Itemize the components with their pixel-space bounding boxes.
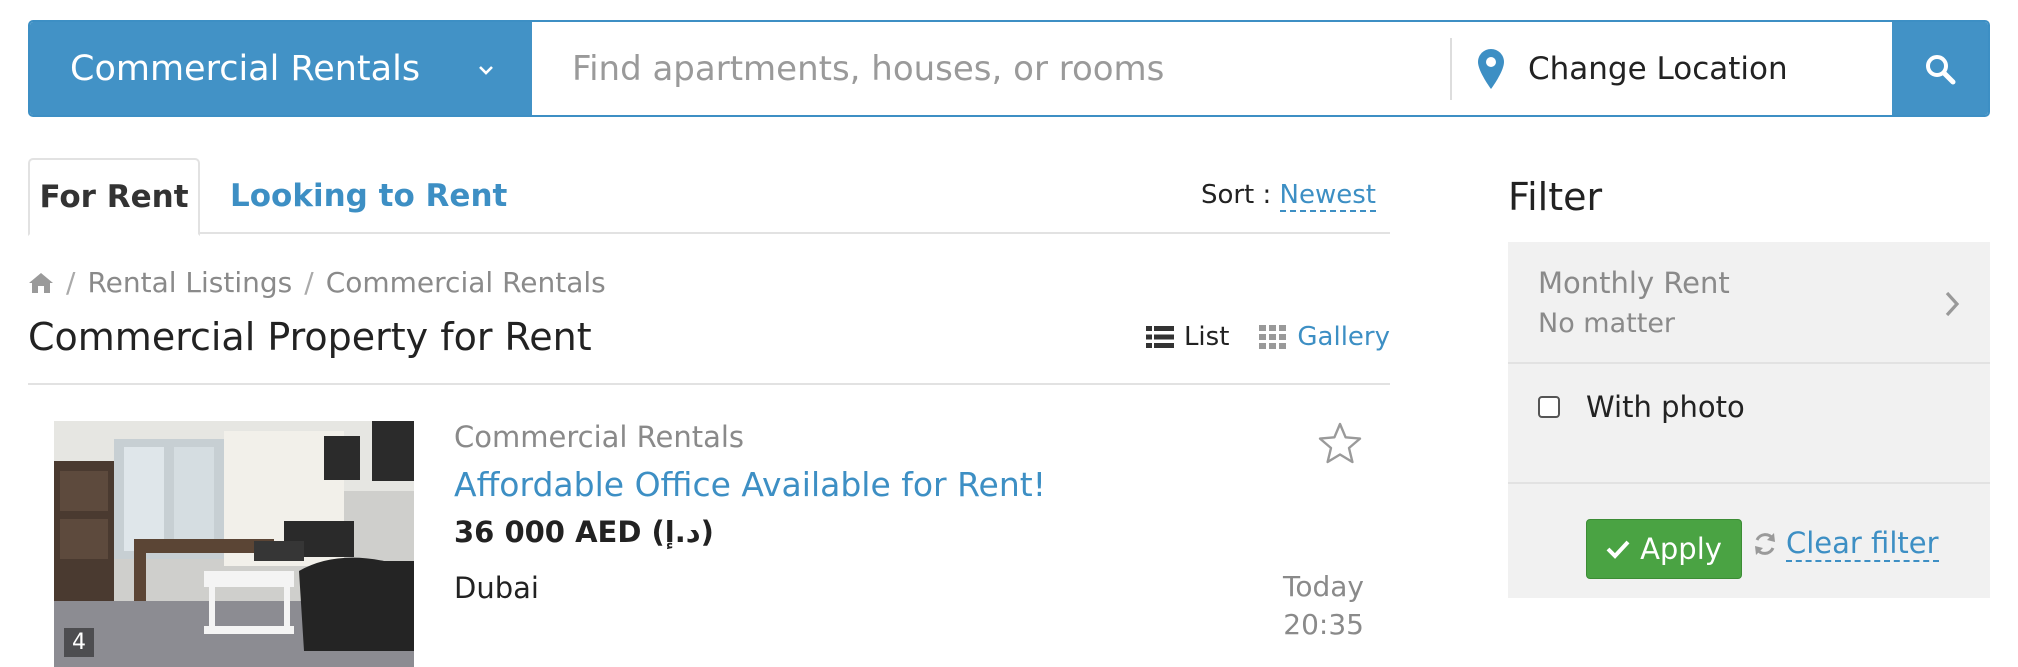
- clear-filter-label: Clear filter: [1786, 526, 1939, 562]
- change-location-label: Change Location: [1528, 50, 1788, 87]
- view-list-label: List: [1183, 322, 1230, 352]
- view-gallery-button[interactable]: Gallery: [1259, 322, 1390, 352]
- monthly-rent-filter[interactable]: Monthly Rent No matter: [1508, 242, 1990, 364]
- view-gallery-label: Gallery: [1297, 322, 1390, 352]
- office-photo-image: [54, 421, 414, 667]
- listing-category: Commercial Rentals: [454, 420, 745, 454]
- filter-actions: Apply Clear filter: [1508, 484, 1990, 598]
- sort-control: Sort : Newest: [1200, 180, 1376, 212]
- monthly-rent-value: No matter: [1538, 308, 1676, 339]
- listing-city: Dubai: [454, 571, 539, 605]
- listing-price: 36 000 AED (د.إ): [454, 515, 714, 549]
- sort-value-link[interactable]: Newest: [1279, 180, 1376, 212]
- tab-looking-to-rent[interactable]: Looking to Rent: [230, 158, 507, 234]
- apply-button-label: Apply: [1640, 532, 1722, 566]
- checkmark-icon: [1606, 540, 1630, 559]
- home-icon[interactable]: [28, 272, 54, 294]
- change-location-button[interactable]: Change Location: [1452, 22, 1922, 115]
- view-list-button[interactable]: List: [1145, 322, 1230, 352]
- breadcrumb-separator: /: [304, 266, 314, 299]
- chevron-right-icon: [1945, 291, 1960, 317]
- search-input[interactable]: [532, 22, 1450, 115]
- chevron-down-icon: [479, 66, 493, 75]
- listing-item: 4 Commercial Rentals Affordable Office A…: [28, 385, 1390, 667]
- with-photo-checkbox[interactable]: [1538, 396, 1560, 418]
- clear-filter-link[interactable]: Clear filter: [1752, 526, 1939, 562]
- with-photo-filter: With photo: [1508, 364, 1990, 484]
- listing-date: Today 20:35: [1283, 568, 1364, 644]
- search-bar: Commercial Rentals Change Location: [28, 20, 1990, 117]
- search-button[interactable]: [1892, 22, 1988, 115]
- monthly-rent-label: Monthly Rent: [1538, 266, 1730, 300]
- with-photo-label: With photo: [1586, 390, 1745, 424]
- sort-label: Sort :: [1200, 180, 1272, 210]
- filter-title: Filter: [1508, 175, 1603, 219]
- filter-panel: Monthly Rent No matter With photo Apply …: [1508, 242, 1990, 598]
- grid-icon: [1259, 325, 1287, 349]
- refresh-icon: [1755, 533, 1775, 555]
- page-title: Commercial Property for Rent: [28, 315, 592, 359]
- listing-title-link[interactable]: Affordable Office Available for Rent!: [454, 465, 1046, 504]
- list-icon: [1145, 326, 1174, 348]
- search-icon: [1926, 54, 1956, 84]
- breadcrumb: / Rental Listings / Commercial Rentals: [28, 266, 606, 299]
- listing-photo[interactable]: 4: [54, 421, 414, 667]
- tab-for-rent[interactable]: For Rent: [28, 158, 200, 236]
- apply-button[interactable]: Apply: [1586, 519, 1742, 579]
- view-toggle: List Gallery: [1145, 322, 1390, 352]
- breadcrumb-separator: /: [66, 266, 76, 299]
- listing-date-time: 20:35: [1283, 608, 1364, 641]
- photo-count-badge: 4: [64, 628, 94, 657]
- listing-date-day: Today: [1283, 570, 1364, 603]
- category-select-label: Commercial Rentals: [70, 48, 421, 89]
- breadcrumb-commercial-rentals[interactable]: Commercial Rentals: [326, 266, 606, 299]
- listing-tabs: For Rent Looking to Rent Sort : Newest: [28, 158, 1390, 236]
- category-select[interactable]: Commercial Rentals: [30, 22, 532, 115]
- star-icon[interactable]: [1318, 421, 1362, 465]
- breadcrumb-rental-listings[interactable]: Rental Listings: [87, 266, 292, 299]
- map-marker-icon: [1478, 48, 1504, 89]
